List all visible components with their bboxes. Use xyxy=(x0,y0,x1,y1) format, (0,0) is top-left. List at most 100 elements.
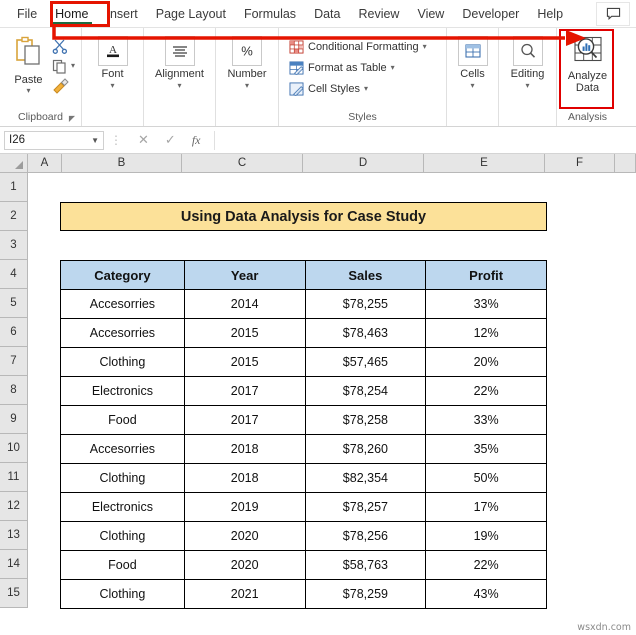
cell-category[interactable]: Electronics xyxy=(61,493,185,522)
sheet-title-banner[interactable]: Using Data Analysis for Case Study xyxy=(60,202,547,231)
name-box[interactable]: I26 ▼ xyxy=(4,131,104,150)
number-button[interactable]: % Number ▾ xyxy=(222,34,272,89)
cell-year[interactable]: 2017 xyxy=(184,406,305,435)
cell-styles-button[interactable]: Cell Styles ▾ xyxy=(285,78,368,99)
conditional-formatting-caret-icon[interactable]: ▾ xyxy=(423,42,427,51)
cell-year[interactable]: 2020 xyxy=(184,551,305,580)
cells-dropdown-caret-icon[interactable]: ▾ xyxy=(470,82,474,89)
column-header-g[interactable] xyxy=(615,154,636,172)
cell-category[interactable]: Food xyxy=(61,551,185,580)
table-row[interactable]: Food 2017 $78,258 33% xyxy=(61,406,547,435)
cell-sales[interactable]: $78,254 xyxy=(305,377,426,406)
header-sales[interactable]: Sales xyxy=(305,261,426,290)
row-header-12[interactable]: 12 xyxy=(0,492,28,521)
insert-function-icon[interactable]: fx xyxy=(192,133,201,148)
tab-help[interactable]: Help xyxy=(528,0,572,27)
analyze-data-button[interactable]: Analyze Data xyxy=(563,34,612,95)
cell-sales[interactable]: $78,256 xyxy=(305,522,426,551)
cell-year[interactable]: 2018 xyxy=(184,464,305,493)
cell-category[interactable]: Accesorries xyxy=(61,435,185,464)
cell-profit[interactable]: 33% xyxy=(426,290,547,319)
select-all-corner[interactable] xyxy=(0,154,28,172)
format-as-table-button[interactable]: Format as Table ▾ xyxy=(285,57,395,78)
row-header-5[interactable]: 5 xyxy=(0,289,28,318)
copy-button[interactable]: ▾ xyxy=(52,56,75,75)
cell-category[interactable]: Clothing xyxy=(61,580,185,609)
tab-home[interactable]: Home xyxy=(46,0,97,27)
tab-developer[interactable]: Developer xyxy=(453,0,528,27)
tab-view[interactable]: View xyxy=(408,0,453,27)
cancel-x-icon[interactable]: ✕ xyxy=(138,132,149,148)
row-header-11[interactable]: 11 xyxy=(0,463,28,492)
cell-year[interactable]: 2014 xyxy=(184,290,305,319)
cell-sales[interactable]: $78,259 xyxy=(305,580,426,609)
cell-year[interactable]: 2015 xyxy=(184,348,305,377)
comments-button[interactable] xyxy=(596,2,630,26)
table-row[interactable]: Electronics 2019 $78,257 17% xyxy=(61,493,547,522)
name-box-caret-icon[interactable]: ▼ xyxy=(91,136,99,145)
row-header-9[interactable]: 9 xyxy=(0,405,28,434)
cell-profit[interactable]: 22% xyxy=(426,551,547,580)
cell-year[interactable]: 2017 xyxy=(184,377,305,406)
alignment-dropdown-caret-icon[interactable]: ▾ xyxy=(177,82,181,89)
tab-insert[interactable]: Insert xyxy=(98,0,147,27)
row-header-10[interactable]: 10 xyxy=(0,434,28,463)
tab-file[interactable]: File xyxy=(8,0,46,27)
paste-dropdown-caret-icon[interactable]: ▾ xyxy=(26,87,30,94)
cell-sales[interactable]: $58,763 xyxy=(305,551,426,580)
cell-sales[interactable]: $82,354 xyxy=(305,464,426,493)
column-header-a[interactable]: A xyxy=(28,154,62,172)
cell-profit[interactable]: 19% xyxy=(426,522,547,551)
row-header-8[interactable]: 8 xyxy=(0,376,28,405)
cell-profit[interactable]: 12% xyxy=(426,319,547,348)
cell-year[interactable]: 2020 xyxy=(184,522,305,551)
copy-dropdown-caret-icon[interactable]: ▾ xyxy=(71,61,75,70)
table-row[interactable]: Accesorries 2018 $78,260 35% xyxy=(61,435,547,464)
table-row[interactable]: Clothing 2015 $57,465 20% xyxy=(61,348,547,377)
tab-page-layout[interactable]: Page Layout xyxy=(147,0,235,27)
cell-profit[interactable]: 22% xyxy=(426,377,547,406)
row-header-2[interactable]: 2 xyxy=(0,202,28,231)
number-dropdown-caret-icon[interactable]: ▾ xyxy=(245,82,249,89)
cell-profit[interactable]: 20% xyxy=(426,348,547,377)
data-table[interactable]: Category Year Sales Profit Accesorries 2… xyxy=(60,260,547,609)
cell-category[interactable]: Clothing xyxy=(61,464,185,493)
editing-dropdown-caret-icon[interactable]: ▾ xyxy=(525,82,529,89)
row-header-7[interactable]: 7 xyxy=(0,347,28,376)
table-row[interactable]: Clothing 2021 $78,259 43% xyxy=(61,580,547,609)
column-header-b[interactable]: B xyxy=(62,154,182,172)
row-header-6[interactable]: 6 xyxy=(0,318,28,347)
cell-category[interactable]: Electronics xyxy=(61,377,185,406)
column-header-e[interactable]: E xyxy=(424,154,545,172)
cell-category[interactable]: Accesorries xyxy=(61,290,185,319)
table-row[interactable]: Accesorries 2015 $78,463 12% xyxy=(61,319,547,348)
cell-profit[interactable]: 17% xyxy=(426,493,547,522)
cell-category[interactable]: Clothing xyxy=(61,348,185,377)
confirm-check-icon[interactable]: ✓ xyxy=(165,132,176,148)
table-row[interactable]: Clothing 2020 $78,256 19% xyxy=(61,522,547,551)
cell-year[interactable]: 2019 xyxy=(184,493,305,522)
row-header-1[interactable]: 1 xyxy=(0,173,28,202)
table-row[interactable]: Electronics 2017 $78,254 22% xyxy=(61,377,547,406)
table-row[interactable]: Clothing 2018 $82,354 50% xyxy=(61,464,547,493)
cell-sales[interactable]: $57,465 xyxy=(305,348,426,377)
format-painter-button[interactable] xyxy=(52,76,75,95)
cell-area[interactable]: Using Data Analysis for Case Study Categ… xyxy=(28,173,636,608)
paste-button[interactable]: Paste ▾ xyxy=(7,34,50,94)
conditional-formatting-button[interactable]: Conditional Formatting ▾ xyxy=(285,36,427,57)
column-header-d[interactable]: D xyxy=(303,154,424,172)
row-header-3[interactable]: 3 xyxy=(0,231,28,260)
cell-profit[interactable]: 33% xyxy=(426,406,547,435)
table-row[interactable]: Accesorries 2014 $78,255 33% xyxy=(61,290,547,319)
row-header-14[interactable]: 14 xyxy=(0,550,28,579)
tab-formulas[interactable]: Formulas xyxy=(235,0,305,27)
cell-sales[interactable]: $78,260 xyxy=(305,435,426,464)
cell-category[interactable]: Accesorries xyxy=(61,319,185,348)
cell-sales[interactable]: $78,258 xyxy=(305,406,426,435)
cell-year[interactable]: 2015 xyxy=(184,319,305,348)
cell-category[interactable]: Clothing xyxy=(61,522,185,551)
header-category[interactable]: Category xyxy=(61,261,185,290)
clipboard-dialog-launcher-icon[interactable]: ◤ xyxy=(69,114,75,123)
column-header-c[interactable]: C xyxy=(182,154,303,172)
font-button[interactable]: A Font ▾ xyxy=(88,34,137,89)
